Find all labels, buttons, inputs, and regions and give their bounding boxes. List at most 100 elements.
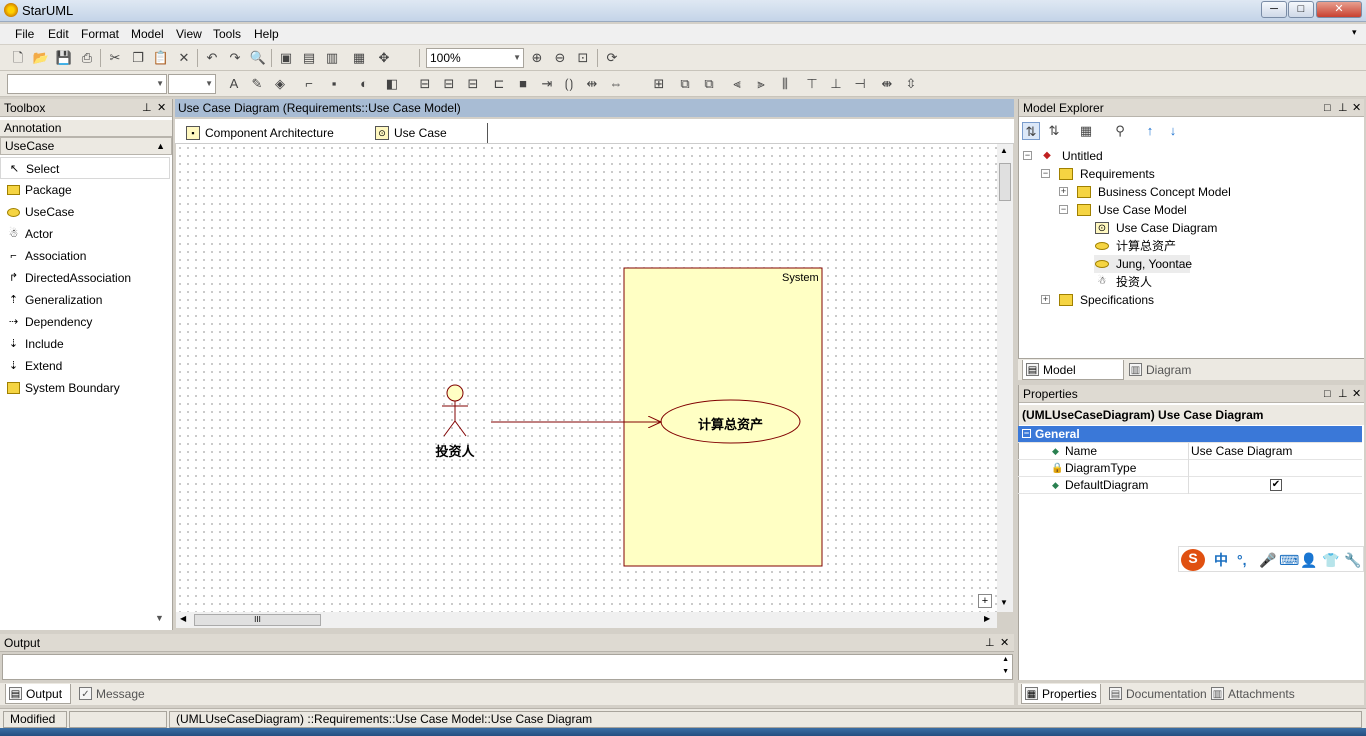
align-center-icon[interactable]: ⫼ xyxy=(776,75,794,93)
menu-model[interactable]: Model xyxy=(131,27,164,41)
zoom-select[interactable]: 100% ▼ xyxy=(426,48,524,68)
align-top-icon[interactable]: ⊤ xyxy=(803,75,821,93)
maximize-button[interactable]: □ xyxy=(1288,1,1314,18)
tab-diagram-explorer[interactable]: ▥Diagram Explorer xyxy=(1126,360,1238,397)
toolbox-item-directed-association[interactable]: ↱ DirectedAssociation xyxy=(0,267,170,289)
diagram-icon[interactable]: ▤ xyxy=(300,49,318,67)
pin-icon[interactable]: ⊥ xyxy=(1338,385,1348,403)
tab-attachments[interactable]: ▥ Attachments xyxy=(1208,684,1308,704)
refresh-icon[interactable]: ⟳ xyxy=(603,49,621,67)
save-icon[interactable]: 💾 xyxy=(55,49,73,67)
toolbox-item-system-boundary[interactable]: System Boundary xyxy=(0,377,170,399)
property-group-general[interactable]: − General xyxy=(1018,426,1362,443)
collapse-icon[interactable]: − xyxy=(1059,205,1068,214)
diagram-vertical-scrollbar[interactable]: ▲ ▼ xyxy=(997,144,1013,612)
tab-documentation[interactable]: ▤ Documentation xyxy=(1106,684,1207,704)
expand-icon[interactable]: + xyxy=(1059,187,1068,196)
pin-icon[interactable]: ⊥ xyxy=(985,634,995,652)
scroll-up-icon[interactable]: ▲ xyxy=(1002,656,1009,663)
cut-icon[interactable]: ✂ xyxy=(106,49,124,67)
menu-edit[interactable]: Edit xyxy=(48,27,69,41)
align-icon[interactable]: ⇹ xyxy=(583,75,601,93)
toolbox-item-generalization[interactable]: ⇡ Generalization xyxy=(0,289,170,311)
space-horizontal-icon[interactable]: ⇼ xyxy=(878,75,896,93)
tab-message[interactable]: ✓ Message xyxy=(76,684,146,704)
tab-output[interactable]: ▤ Output xyxy=(5,684,71,704)
line-style-icon[interactable]: ⌐ xyxy=(300,75,318,93)
space-vertical-icon[interactable]: ⇳ xyxy=(902,75,920,93)
output-area[interactable]: ▲ ▼ xyxy=(2,654,1013,680)
tree-item-jung-yoontae[interactable]: Jung, Yoontae xyxy=(1094,255,1192,273)
pin-icon[interactable]: ⊥ xyxy=(142,99,152,117)
add-element-icon[interactable]: ▦ xyxy=(1077,122,1095,140)
note-icon[interactable]: ⊏ xyxy=(490,75,508,93)
new-icon[interactable]: 🗋 xyxy=(9,49,27,67)
menubar-chevron-icon[interactable]: ▾ xyxy=(1352,27,1357,38)
undo-icon[interactable]: ↶ xyxy=(203,49,221,67)
move-down-icon[interactable]: ↓ xyxy=(1164,122,1182,140)
auto-resize-icon[interactable]: ◧ xyxy=(383,75,401,93)
collapse-icon[interactable]: − xyxy=(1023,151,1032,160)
toolbox-item-include[interactable]: ⇣ Include xyxy=(0,333,170,355)
punctuation-icon[interactable]: °, xyxy=(1237,551,1247,569)
expand-icon[interactable]: + xyxy=(1041,295,1050,304)
toolbox-item-association[interactable]: ⌐ Association xyxy=(0,245,170,267)
diagram-horizontal-scrollbar[interactable]: ◀ III ▶ xyxy=(176,612,997,628)
menu-tools[interactable]: Tools xyxy=(213,27,241,41)
zoom-fit-icon[interactable]: ⊡ xyxy=(574,49,592,67)
canvas-navigator-icon[interactable]: + xyxy=(978,594,992,608)
actor-figure[interactable] xyxy=(442,384,468,437)
font-size-select[interactable]: ▼ xyxy=(168,74,216,94)
add-diagram-icon[interactable]: ▣ xyxy=(277,49,295,67)
copy-icon[interactable]: ❐ xyxy=(129,49,147,67)
pin-icon[interactable]: ⊥ xyxy=(1338,99,1348,117)
redo-icon[interactable]: ↷ xyxy=(226,49,244,67)
distribute-icon[interactable]: ⇔ xyxy=(607,75,625,93)
send-back-icon[interactable]: ⧉ xyxy=(700,75,718,93)
collapse-icon[interactable]: − xyxy=(1041,169,1050,178)
sort-by-name-icon[interactable]: ⇅ xyxy=(1045,122,1063,140)
zoom-out-icon[interactable]: ⊖ xyxy=(551,49,569,67)
sogou-logo-icon[interactable]: S xyxy=(1181,549,1205,571)
show-properties-icon[interactable]: ⊟ xyxy=(464,75,482,93)
menu-format[interactable]: Format xyxy=(81,27,119,41)
tab-properties[interactable]: ▦ Properties xyxy=(1021,684,1101,704)
toolbox-scroll-down-icon[interactable]: ▼ xyxy=(155,613,164,623)
scroll-down-icon[interactable]: ▼ xyxy=(1002,668,1009,675)
bring-front-icon[interactable]: ⧉ xyxy=(676,75,694,93)
default-diagram-checkbox[interactable]: ✔ xyxy=(1270,479,1282,491)
font-name-select[interactable]: ▼ xyxy=(7,74,167,94)
close-icon[interactable]: ✕ xyxy=(1352,99,1361,117)
export-icon[interactable]: ▦ xyxy=(350,49,368,67)
menu-help[interactable]: Help xyxy=(254,27,279,41)
toolbox-item-dependency[interactable]: ⇢ Dependency xyxy=(0,311,170,333)
diagram-settings-icon[interactable]: ▥ xyxy=(323,49,341,67)
close-icon[interactable]: ✕ xyxy=(1352,385,1361,403)
scroll-down-icon[interactable]: ▼ xyxy=(1000,598,1008,607)
bracket-icon[interactable]: ⟮⟯ xyxy=(560,75,578,93)
align-middle-icon[interactable]: ⊣ xyxy=(851,75,869,93)
layout-icon[interactable]: ✥ xyxy=(375,49,393,67)
minimize-button[interactable]: ─ xyxy=(1261,1,1287,18)
open-icon[interactable]: 📂 xyxy=(32,49,50,67)
rect-icon[interactable]: ■ xyxy=(514,75,532,93)
stereotype-icon[interactable]: ▪ xyxy=(325,75,343,93)
move-up-icon[interactable]: ↑ xyxy=(1141,122,1159,140)
scroll-up-icon[interactable]: ▲ xyxy=(1000,146,1008,155)
toolbox-item-extend[interactable]: ⇣ Extend xyxy=(0,355,170,377)
property-value[interactable]: Use Case Diagram xyxy=(1188,443,1292,460)
tab-component-architecture-diagram[interactable]: ▪ Component Architecture Diagram xyxy=(183,123,369,160)
close-icon[interactable]: ✕ xyxy=(1000,634,1009,652)
collapse-icon[interactable]: − xyxy=(1022,429,1031,438)
diagram-canvas[interactable]: System 计算总资产 投资人 + xyxy=(176,144,997,612)
filter-icon[interactable]: ⚲ xyxy=(1111,122,1129,140)
tab-model-explorer[interactable]: ▤Model Explorer xyxy=(1022,360,1124,397)
toolbox-annotation-category[interactable]: Annotation xyxy=(0,120,172,137)
group-icon[interactable]: ⊞ xyxy=(650,75,668,93)
settings-wrench-icon[interactable]: 🔧 xyxy=(1344,551,1361,569)
toolbox-item-usecase[interactable]: UseCase xyxy=(0,201,170,223)
horizontal-scroll-thumb[interactable]: III xyxy=(194,614,321,626)
toolbox-usecase-category[interactable]: UseCase ▲ xyxy=(0,137,172,155)
show-operations-icon[interactable]: ⊟ xyxy=(440,75,458,93)
suppress-icon[interactable]: ◐ xyxy=(355,75,373,93)
